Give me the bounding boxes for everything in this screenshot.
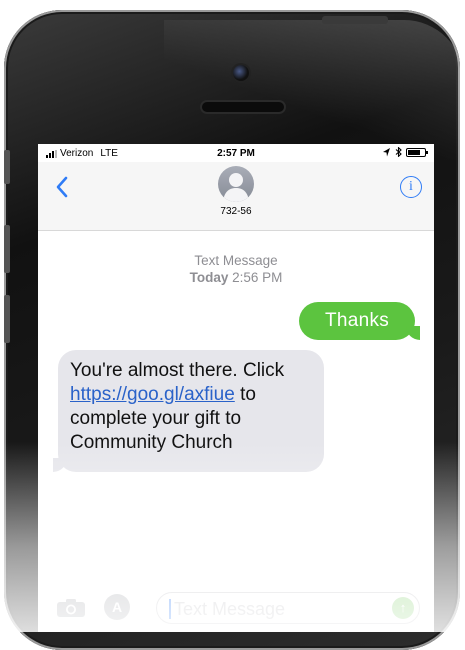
- message-input[interactable]: Text Message ↑: [156, 592, 420, 624]
- power-button: [322, 16, 388, 24]
- message-composer: A Text Message ↑: [38, 584, 434, 632]
- front-camera: [233, 65, 249, 81]
- battery-icon: [406, 147, 428, 157]
- earpiece-speaker: [202, 102, 284, 112]
- send-icon[interactable]: ↑: [392, 597, 414, 619]
- volume-down-button: [4, 295, 10, 343]
- conversation-timestamp: Text Message Today 2:56 PM: [38, 252, 434, 286]
- message-input-placeholder: Text Message: [174, 599, 286, 619]
- status-icons: [383, 147, 428, 157]
- outgoing-message-bubble[interactable]: Thanks: [299, 302, 420, 340]
- incoming-message-bubble[interactable]: You're almost there. Click https://goo.g…: [53, 350, 324, 472]
- contact-number[interactable]: 732-56: [38, 206, 434, 217]
- back-chevron-icon[interactable]: [50, 172, 76, 202]
- info-icon[interactable]: i: [400, 176, 422, 198]
- text-cursor: [169, 599, 171, 619]
- status-bar: Verizon LTE 2:57 PM: [38, 144, 434, 162]
- app-store-icon[interactable]: A: [104, 594, 130, 620]
- mute-switch: [4, 150, 10, 184]
- avatar-icon[interactable]: [218, 166, 254, 202]
- message-link[interactable]: https://goo.gl/axfiue: [70, 384, 235, 405]
- camera-icon[interactable]: [56, 598, 86, 618]
- message-type-label: Text Message: [194, 253, 278, 268]
- glass-reflection: [164, 20, 464, 160]
- phone-screen: Verizon LTE 2:57 PM 732-56 i Text Messag…: [38, 144, 434, 632]
- bluetooth-icon: [395, 147, 402, 157]
- timestamp-day: Today: [189, 270, 229, 285]
- status-time: 2:57 PM: [217, 148, 255, 159]
- volume-up-button: [4, 225, 10, 273]
- timestamp-time: 2:56 PM: [232, 270, 283, 285]
- message-text-before: You're almost there. Click: [70, 360, 285, 381]
- conversation-header: 732-56 i: [38, 162, 434, 231]
- location-icon: [383, 147, 390, 156]
